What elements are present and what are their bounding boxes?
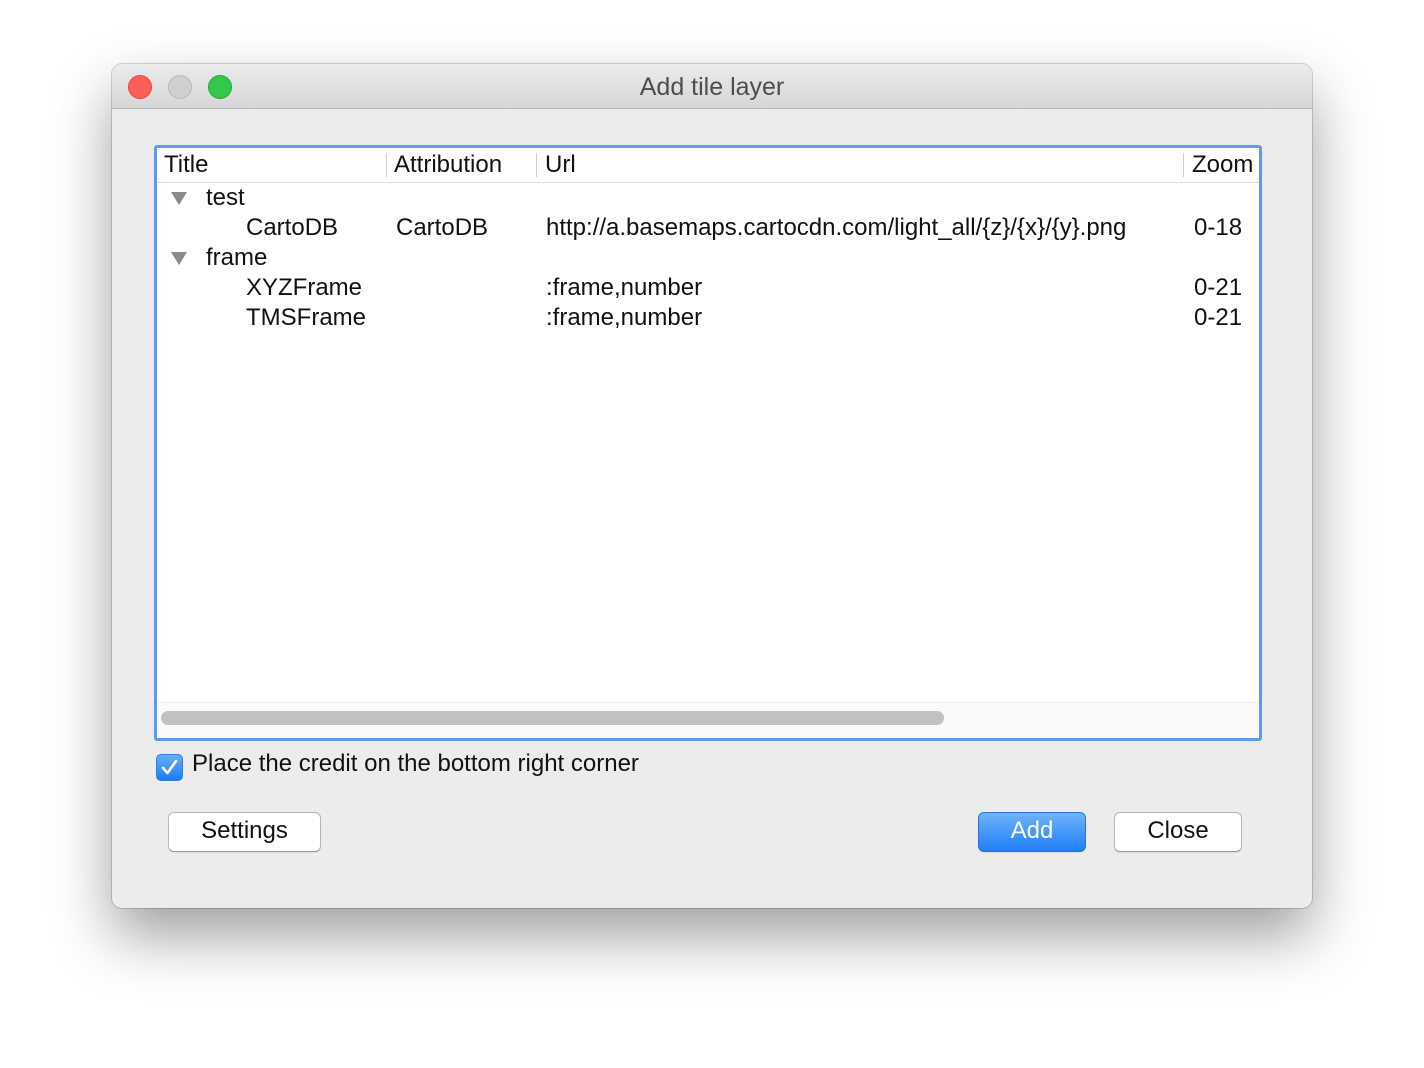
credit-position-checkbox[interactable] — [156, 754, 183, 781]
cell-title: CartoDB — [246, 214, 339, 241]
group-row-test[interactable]: test — [157, 183, 1259, 213]
close-button[interactable]: Close — [1114, 812, 1242, 852]
cell-url: :frame,number — [546, 274, 703, 301]
add-tile-layer-dialog: Add tile layer Title Attribution Url Zoo… — [112, 64, 1312, 908]
group-name: frame — [206, 244, 268, 271]
cell-zoom: 0-21 — [1194, 274, 1243, 301]
list-header: Title Attribution Url Zoom — [157, 148, 1259, 183]
table-row[interactable]: CartoDB CartoDB http://a.basemaps.cartoc… — [157, 213, 1259, 243]
titlebar[interactable]: Add tile layer — [112, 64, 1312, 109]
cell-attribution — [396, 273, 536, 303]
cell-title: XYZFrame — [246, 274, 363, 301]
horizontal-scrollbar[interactable] — [157, 702, 1259, 738]
settings-button[interactable]: Settings — [168, 812, 321, 852]
scrollbar-thumb[interactable] — [161, 711, 944, 725]
credit-position-label[interactable]: Place the credit on the bottom right cor… — [192, 748, 639, 780]
group-name: test — [206, 184, 245, 211]
table-row[interactable]: XYZFrame :frame,number 0-21 — [157, 273, 1259, 303]
add-button[interactable]: Add — [978, 812, 1086, 852]
cell-attribution: CartoDB — [396, 214, 489, 241]
cell-url: :frame,number — [546, 304, 703, 331]
window-title: Add tile layer — [639, 73, 785, 101]
column-header-url[interactable]: Url — [545, 148, 1145, 182]
checkmark-icon — [161, 759, 178, 775]
column-separator[interactable] — [1183, 153, 1184, 177]
column-header-zoom[interactable]: Zoom — [1192, 148, 1259, 182]
cell-zoom: 0-18 — [1194, 214, 1243, 241]
group-row-frame[interactable]: frame — [157, 243, 1259, 273]
cell-url: http://a.basemaps.cartocdn.com/light_all… — [546, 214, 1127, 241]
column-separator[interactable] — [386, 153, 387, 177]
disclosure-triangle-down-icon[interactable] — [171, 192, 187, 205]
table-row[interactable]: TMSFrame :frame,number 0-21 — [157, 303, 1259, 333]
column-header-attribution[interactable]: Attribution — [394, 148, 534, 182]
column-separator[interactable] — [536, 153, 537, 177]
cell-attribution — [396, 303, 536, 333]
disclosure-triangle-down-icon[interactable] — [171, 252, 187, 265]
tile-layer-list[interactable]: Title Attribution Url Zoom test CartoDB … — [154, 145, 1262, 741]
column-header-title[interactable]: Title — [164, 148, 384, 182]
cell-title: TMSFrame — [246, 304, 366, 331]
cell-zoom: 0-21 — [1194, 304, 1243, 331]
